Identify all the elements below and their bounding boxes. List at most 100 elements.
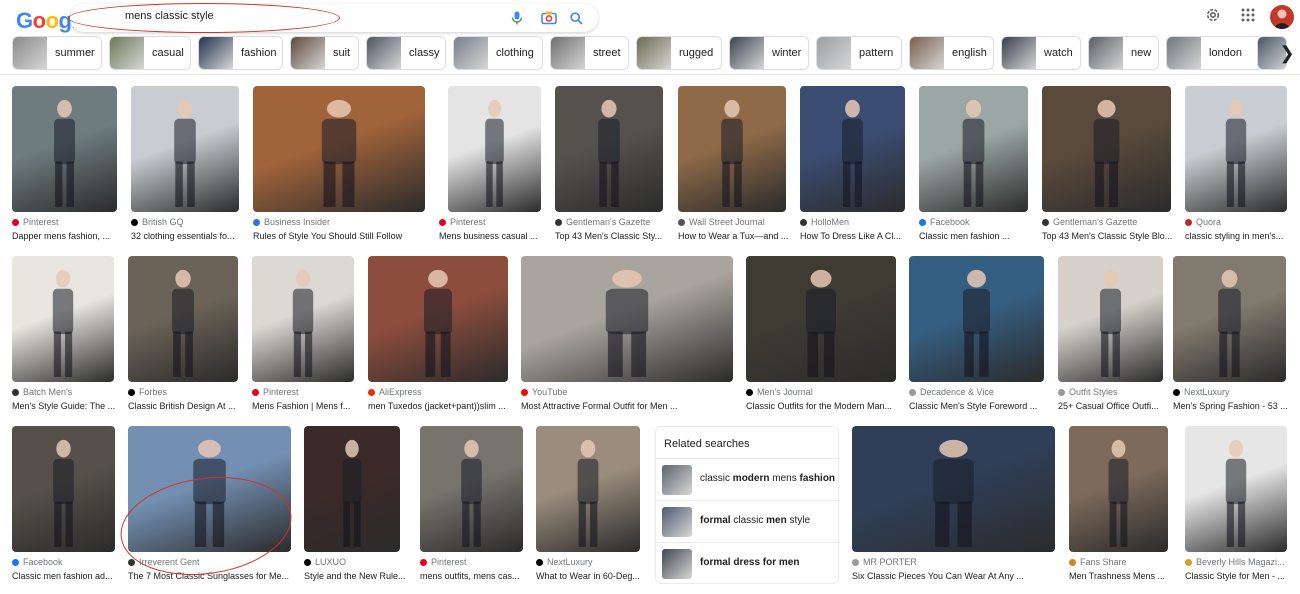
image-result[interactable]: Wall Street Journal How to Wear a Tux—and… (678, 86, 796, 246)
result-thumbnail[interactable] (253, 86, 425, 212)
result-thumbnail[interactable] (1185, 86, 1287, 212)
result-source[interactable]: Gentleman's Gazette (555, 217, 650, 227)
result-thumbnail[interactable] (536, 426, 640, 552)
result-thumbnail[interactable] (800, 86, 905, 212)
result-source[interactable]: Forbes (128, 387, 167, 397)
chevron-right-icon[interactable]: ❯ (1275, 38, 1299, 68)
result-thumbnail[interactable] (304, 426, 400, 552)
result-title[interactable]: Rules of Style You Should Still Follow (253, 231, 433, 241)
image-result[interactable]: Business Insider Rules of Style You Shoul… (253, 86, 433, 246)
image-result[interactable]: Irreverent Gent The 7 Most Classic Sungla… (128, 426, 300, 586)
result-thumbnail[interactable] (12, 256, 114, 382)
result-title[interactable]: mens outfits, mens cas... (420, 571, 530, 581)
result-title[interactable]: Classic Men's Style Foreword ... (909, 401, 1054, 411)
result-thumbnail[interactable] (1185, 426, 1287, 552)
result-thumbnail[interactable] (252, 256, 354, 382)
related-search-item[interactable]: formal dress for men (656, 542, 840, 584)
result-title[interactable]: men Tuxedos (jacket+pant))slim ... (368, 401, 513, 411)
image-result[interactable]: Beverly Hills Magazi... Classic Style for… (1185, 426, 1290, 586)
result-source[interactable]: AliExpress (368, 387, 422, 397)
result-source[interactable]: Pinterest (252, 387, 299, 397)
result-thumbnail[interactable] (420, 426, 523, 552)
result-thumbnail[interactable] (368, 256, 508, 382)
result-thumbnail[interactable] (852, 426, 1055, 552)
related-search-item[interactable]: classic modern mens fashion (656, 458, 840, 500)
result-title[interactable]: Six Classic Pieces You Can Wear At Any .… (852, 571, 1062, 581)
result-source[interactable]: British GQ (131, 217, 184, 227)
result-title[interactable]: Top 43 Men's Classic Style Blo... (1042, 231, 1180, 241)
settings-gear-icon[interactable] (1203, 5, 1223, 25)
result-source[interactable]: Outfit Styles (1058, 387, 1118, 397)
result-source[interactable]: Wall Street Journal (678, 217, 765, 227)
result-thumbnail[interactable] (12, 426, 115, 552)
chip-pattern[interactable]: pattern (816, 36, 902, 70)
chip-new[interactable]: new (1088, 36, 1159, 70)
image-result[interactable]: Pinterest Mens business casual ... (439, 86, 549, 246)
result-title[interactable]: Classic men fashion ad... (12, 571, 124, 581)
result-source[interactable]: Quora (1185, 217, 1221, 227)
result-source[interactable]: Gentleman's Gazette (1042, 217, 1137, 227)
result-source[interactable]: Beverly Hills Magazi... (1185, 557, 1285, 567)
image-result[interactable]: Gentleman's Gazette Top 43 Men's Classic … (1042, 86, 1180, 246)
result-title[interactable]: Classic men fashion ... (919, 231, 1037, 241)
search-icon[interactable] (566, 8, 586, 28)
result-title[interactable]: Mens Fashion | Mens f... (252, 401, 362, 411)
result-thumbnail[interactable] (521, 256, 733, 382)
result-source[interactable]: Men's Journal (746, 387, 813, 397)
related-search-item[interactable]: formal classic men style (656, 500, 840, 542)
result-source[interactable]: Pinterest (420, 557, 467, 567)
chip-clothing[interactable]: clothing (453, 36, 543, 70)
result-thumbnail[interactable] (909, 256, 1044, 382)
result-thumbnail[interactable] (746, 256, 896, 382)
image-result[interactable]: HolloMen How To Dress Like A Cl... (800, 86, 915, 246)
result-title[interactable]: How to Wear a Tux—and ... (678, 231, 796, 241)
image-result[interactable]: LUXUO Style and the New Rule... (304, 426, 414, 586)
chip-casual[interactable]: casual (109, 36, 191, 70)
result-title[interactable]: Mens business casual ... (439, 231, 549, 241)
result-source[interactable]: Facebook (919, 217, 970, 227)
microphone-icon[interactable] (507, 8, 527, 28)
result-title[interactable]: Men's Spring Fashion - 53 ... (1173, 401, 1291, 411)
result-title[interactable]: Dapper mens fashion, ... (12, 231, 122, 241)
result-source[interactable]: Batch Men's (12, 387, 72, 397)
result-source[interactable]: Irreverent Gent (128, 557, 200, 567)
image-result[interactable]: AliExpress men Tuxedos (jacket+pant))slim… (368, 256, 513, 416)
chip-watch[interactable]: watch (1001, 36, 1081, 70)
result-source[interactable]: Facebook (12, 557, 63, 567)
apps-grid-icon[interactable] (1238, 5, 1258, 25)
result-source[interactable]: NextLuxury (536, 557, 593, 567)
chip-suit[interactable]: suit (290, 36, 359, 70)
result-thumbnail[interactable] (1069, 426, 1168, 552)
image-result[interactable]: Batch Men's Men's Style Guide: The ... (12, 256, 124, 416)
image-result[interactable]: YouTube Most Attractive Formal Outfit for… (521, 256, 741, 416)
result-title[interactable]: Top 43 Men's Classic Sty... (555, 231, 673, 241)
image-result[interactable]: Outfit Styles 25+ Casual Office Outfi... (1058, 256, 1168, 416)
result-title[interactable]: Classic Style for Men - ... (1185, 571, 1290, 581)
camera-icon[interactable] (539, 8, 559, 28)
result-source[interactable]: YouTube (521, 387, 567, 397)
result-title[interactable]: What to Wear in 60-Deg... (536, 571, 646, 581)
result-source[interactable]: Decadence & Vice (909, 387, 994, 397)
result-source[interactable]: Business Insider (253, 217, 330, 227)
image-result[interactable]: Facebook Classic men fashion ... (919, 86, 1037, 246)
image-result[interactable]: Facebook Classic men fashion ad... (12, 426, 124, 586)
result-source[interactable]: NextLuxury (1173, 387, 1230, 397)
image-result[interactable]: Pinterest Mens Fashion | Mens f... (252, 256, 362, 416)
result-thumbnail[interactable] (678, 86, 786, 212)
image-result[interactable]: Pinterest mens outfits, mens cas... (420, 426, 530, 586)
result-source[interactable]: HolloMen (800, 217, 849, 227)
image-result[interactable]: MR PORTER Six Classic Pieces You Can Wear… (852, 426, 1062, 586)
image-result[interactable]: Decadence & Vice Classic Men's Style Fore… (909, 256, 1054, 416)
result-thumbnail[interactable] (919, 86, 1028, 212)
result-title[interactable]: classic styling in men's... (1185, 231, 1290, 241)
result-thumbnail[interactable] (128, 426, 291, 552)
result-title[interactable]: Classic Outfits for the Modern Man... (746, 401, 904, 411)
account-avatar[interactable] (1270, 5, 1294, 29)
chip-summer[interactable]: summer (12, 36, 102, 70)
image-result[interactable]: British GQ 32 clothing essentials fo... (131, 86, 249, 246)
result-source[interactable]: LUXUO (304, 557, 346, 567)
result-title[interactable]: The 7 Most Classic Sunglasses for Me... (128, 571, 300, 581)
result-thumbnail[interactable] (1058, 256, 1163, 382)
image-result[interactable]: NextLuxury Men's Spring Fashion - 53 ... (1173, 256, 1291, 416)
result-thumbnail[interactable] (128, 256, 238, 382)
